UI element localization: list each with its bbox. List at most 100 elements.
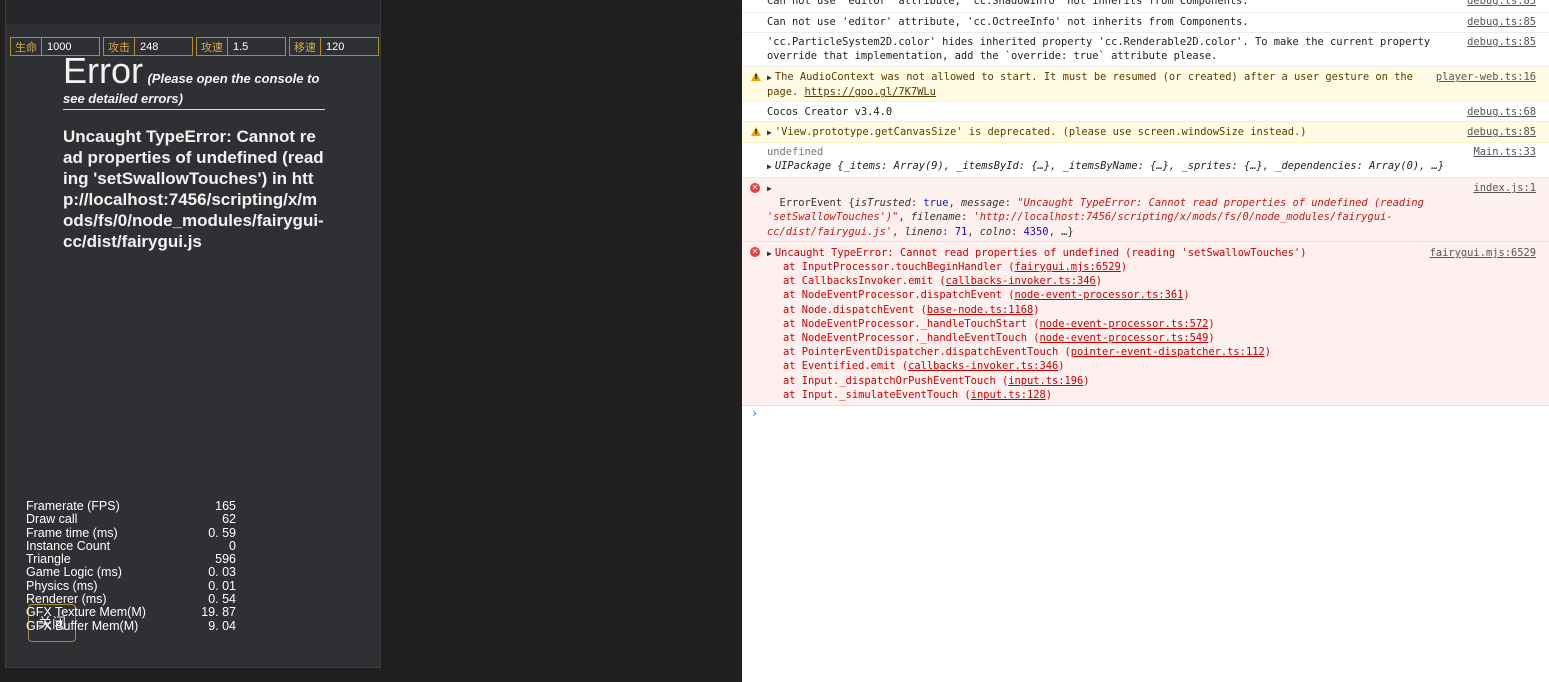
game-top-bar — [6, 0, 380, 24]
stat-row: GFX Texture Mem(M) 19. 87 — [26, 605, 236, 620]
stack-link[interactable]: node-event-processor.ts:572 — [1040, 318, 1209, 330]
stack-link[interactable]: input.ts:128 — [971, 389, 1046, 401]
console-source-link[interactable]: debug.ts:85 — [1467, 125, 1536, 139]
expand-arrow-icon[interactable]: ▶ — [767, 184, 772, 193]
console-error: ✕ ▶ Uncaught TypeError: Cannot read prope… — [742, 242, 1549, 406]
expand-arrow-icon[interactable]: ▶ — [767, 128, 772, 137]
val-istrusted: true — [923, 197, 949, 210]
stack-link[interactable]: callbacks-invoker.ts:346 — [946, 275, 1096, 287]
console-message-text: Cocos Creator v3.4.0 — [767, 106, 893, 118]
stat-row: Framerate (FPS) 165 — [26, 499, 236, 513]
console-message-text: 'cc.ParticleSystem2D.color' hides inheri… — [767, 36, 1437, 63]
console-prompt-icon[interactable]: › — [751, 406, 758, 420]
stack-link[interactable]: input.ts:196 — [1008, 375, 1083, 387]
stack-fn: at Node.dispatchEvent — [783, 303, 915, 316]
stat-label: GFX Texture Mem(M) — [26, 605, 146, 620]
stat-label: Triangle — [26, 552, 71, 567]
stack-frame: at NodeEventProcessor._handleTouchStart … — [783, 317, 1215, 330]
console-message: undefined ▶ UIPackage {_items: Array(9), … — [742, 143, 1549, 178]
stack-link[interactable]: fairygui.mjs:6529 — [1014, 261, 1120, 273]
stack-link[interactable]: node-event-processor.ts:361 — [1014, 289, 1183, 301]
console-warning: ▶The AudioContext was not allowed to sta… — [742, 67, 1549, 102]
console-message-text: ▶ The AudioContext was not allowed to sta… — [767, 70, 1449, 99]
stack-frame: at Node.dispatchEvent (base-node.ts:1168… — [783, 303, 1040, 316]
stack-frame: at NodeEventProcessor.dispatchEvent (nod… — [783, 289, 1190, 302]
stack-fn: at NodeEventProcessor._handleEventTouch — [783, 332, 1027, 345]
error-event-object[interactable]: ErrorEvent {isTrusted: true, message: "U… — [767, 197, 1430, 237]
stat-value: 0 — [229, 538, 236, 553]
undefined-text: undefined — [767, 146, 824, 158]
stat-row: Instance Count 0 — [26, 538, 236, 553]
stack-fn: at Input._dispatchOrPushEventTouch — [783, 374, 996, 387]
stat-row: Physics (ms) 0. 01 — [26, 578, 236, 593]
move-speed-value: 120 — [326, 40, 345, 53]
perf-stats-panel: Framerate (FPS) 165 Draw call 62 Frame tim… — [26, 499, 236, 633]
error-icon: ✕ — [750, 247, 760, 257]
uipackage-object[interactable]: UIPackage {_items: Array(9), _itemsById:… — [775, 160, 1444, 172]
val-colno: 4350 — [1023, 225, 1049, 238]
console-source-link[interactable]: debug.ts:68 — [1467, 105, 1536, 119]
stat-value: 0. 59 — [208, 525, 236, 540]
console-message: Can not use 'editor' attribute, 'cc.Shad… — [742, 0, 1549, 13]
stat-label: Renderer (ms) — [26, 592, 107, 607]
stat-label: Physics (ms) — [26, 578, 98, 593]
stack-frame: at Input._dispatchOrPushEventTouch (inpu… — [783, 374, 1090, 387]
stack-frame: at PointerEventDispatcher.dispatchEventT… — [783, 346, 1271, 359]
stack-link[interactable]: node-event-processor.ts:549 — [1040, 332, 1209, 344]
stack-link[interactable]: pointer-event-dispatcher.ts:112 — [1071, 346, 1265, 358]
stack-fn: at NodeEventProcessor.dispatchEvent — [783, 289, 1002, 302]
key-istrusted: isTrusted — [854, 197, 911, 210]
error-icon: ✕ — [750, 183, 760, 193]
expand-arrow-icon[interactable]: ▶ — [767, 249, 772, 258]
stack-trace: at InputProcessor.touchBeginHandler (fai… — [767, 260, 1449, 402]
stack-fn: at NodeEventProcessor._handleTouchStart — [783, 317, 1027, 330]
game-preview-area: 生命 1000 攻击 248 攻速 1.5 移速 120 Error (Plea… — [0, 0, 742, 682]
error-event-body: ▶ ErrorEvent {isTrusted: true, message: … — [767, 181, 1449, 239]
stack-link[interactable]: base-node.ts:1168 — [927, 304, 1033, 316]
console-source-link[interactable]: debug.ts:85 — [1467, 0, 1536, 8]
stat-label: Game Logic (ms) — [26, 565, 122, 580]
stat-value: 0. 01 — [208, 578, 236, 593]
stat-row: Frame time (ms) 0. 59 — [26, 525, 236, 540]
stack-fn: at PointerEventDispatcher.dispatchEventT… — [783, 346, 1059, 359]
stat-value: 0. 03 — [208, 565, 236, 580]
stat-row: Draw call 62 — [26, 512, 236, 527]
stat-label: Draw call — [26, 512, 78, 527]
console-source-link[interactable]: Main.ts:33 — [1473, 145, 1536, 159]
key-message: message — [960, 197, 1005, 210]
expand-arrow-icon[interactable]: ▶ — [767, 162, 772, 171]
console-message: 'cc.ParticleSystem2D.color' hides inheri… — [742, 33, 1549, 67]
console-source-link[interactable]: player-web.ts:16 — [1436, 70, 1536, 84]
devtools-console: Can not use 'editor' attribute, 'cc.Shad… — [742, 0, 1549, 682]
stack-frame: at InputProcessor.touchBeginHandler (fai… — [783, 261, 1128, 273]
stat-value: 165 — [215, 499, 236, 513]
stat-value: 62 — [222, 512, 236, 527]
console-source-link[interactable]: fairygui.mjs:6529 — [1430, 246, 1536, 260]
stat-label: GFX Buffer Mem(M) — [26, 618, 139, 633]
console-source-link[interactable]: index.js:1 — [1473, 181, 1536, 195]
stack-frame: at CallbacksInvoker.emit (callbacks-invo… — [783, 275, 1103, 288]
stat-row: Triangle 596 — [26, 552, 236, 567]
val-lineno: 71 — [954, 225, 968, 238]
console-source-link[interactable]: debug.ts:85 — [1467, 15, 1536, 29]
key-filename: filename — [910, 211, 961, 224]
console-message-text: Can not use 'editor' attribute, 'cc.Shad… — [767, 0, 1249, 7]
expand-arrow-icon[interactable]: ▶ — [767, 73, 772, 82]
console-source-link[interactable]: debug.ts:85 — [1467, 35, 1536, 49]
console-message-text: ▶ Uncaught TypeError: Cannot read propert… — [767, 246, 1449, 261]
stack-link[interactable]: callbacks-invoker.ts:346 — [908, 360, 1058, 372]
error-overlay-title: Error (Please open the console to see de… — [63, 52, 325, 110]
console-warning: ▶'View.prototype.getCanvasSize' is depre… — [742, 122, 1549, 143]
console-message: Cocos Creator v3.4.0 debug.ts:68 — [742, 102, 1549, 122]
console-message-text: Can not use 'editor' attribute, 'cc.Octr… — [767, 16, 1249, 28]
warning-icon — [751, 72, 761, 81]
game-canvas[interactable]: 生命 1000 攻击 248 攻速 1.5 移速 120 Error (Plea… — [5, 0, 381, 668]
warning-link[interactable]: https://goo.gl/7K7WLu — [805, 86, 936, 98]
error-heading: Error — [63, 50, 143, 91]
stat-label: Instance Count — [26, 538, 111, 553]
stack-frame: at Input._simulateEventTouch (input.ts:1… — [783, 388, 1053, 401]
console-error: ✕ ▶ ErrorEvent {isTrusted: true, message… — [742, 178, 1549, 242]
error-overlay-message: Uncaught TypeError: Cannot read properti… — [63, 127, 324, 251]
stat-label: Frame time (ms) — [26, 525, 118, 540]
stack-frame: at Eventified.emit (callbacks-invoker.ts… — [783, 360, 1065, 373]
